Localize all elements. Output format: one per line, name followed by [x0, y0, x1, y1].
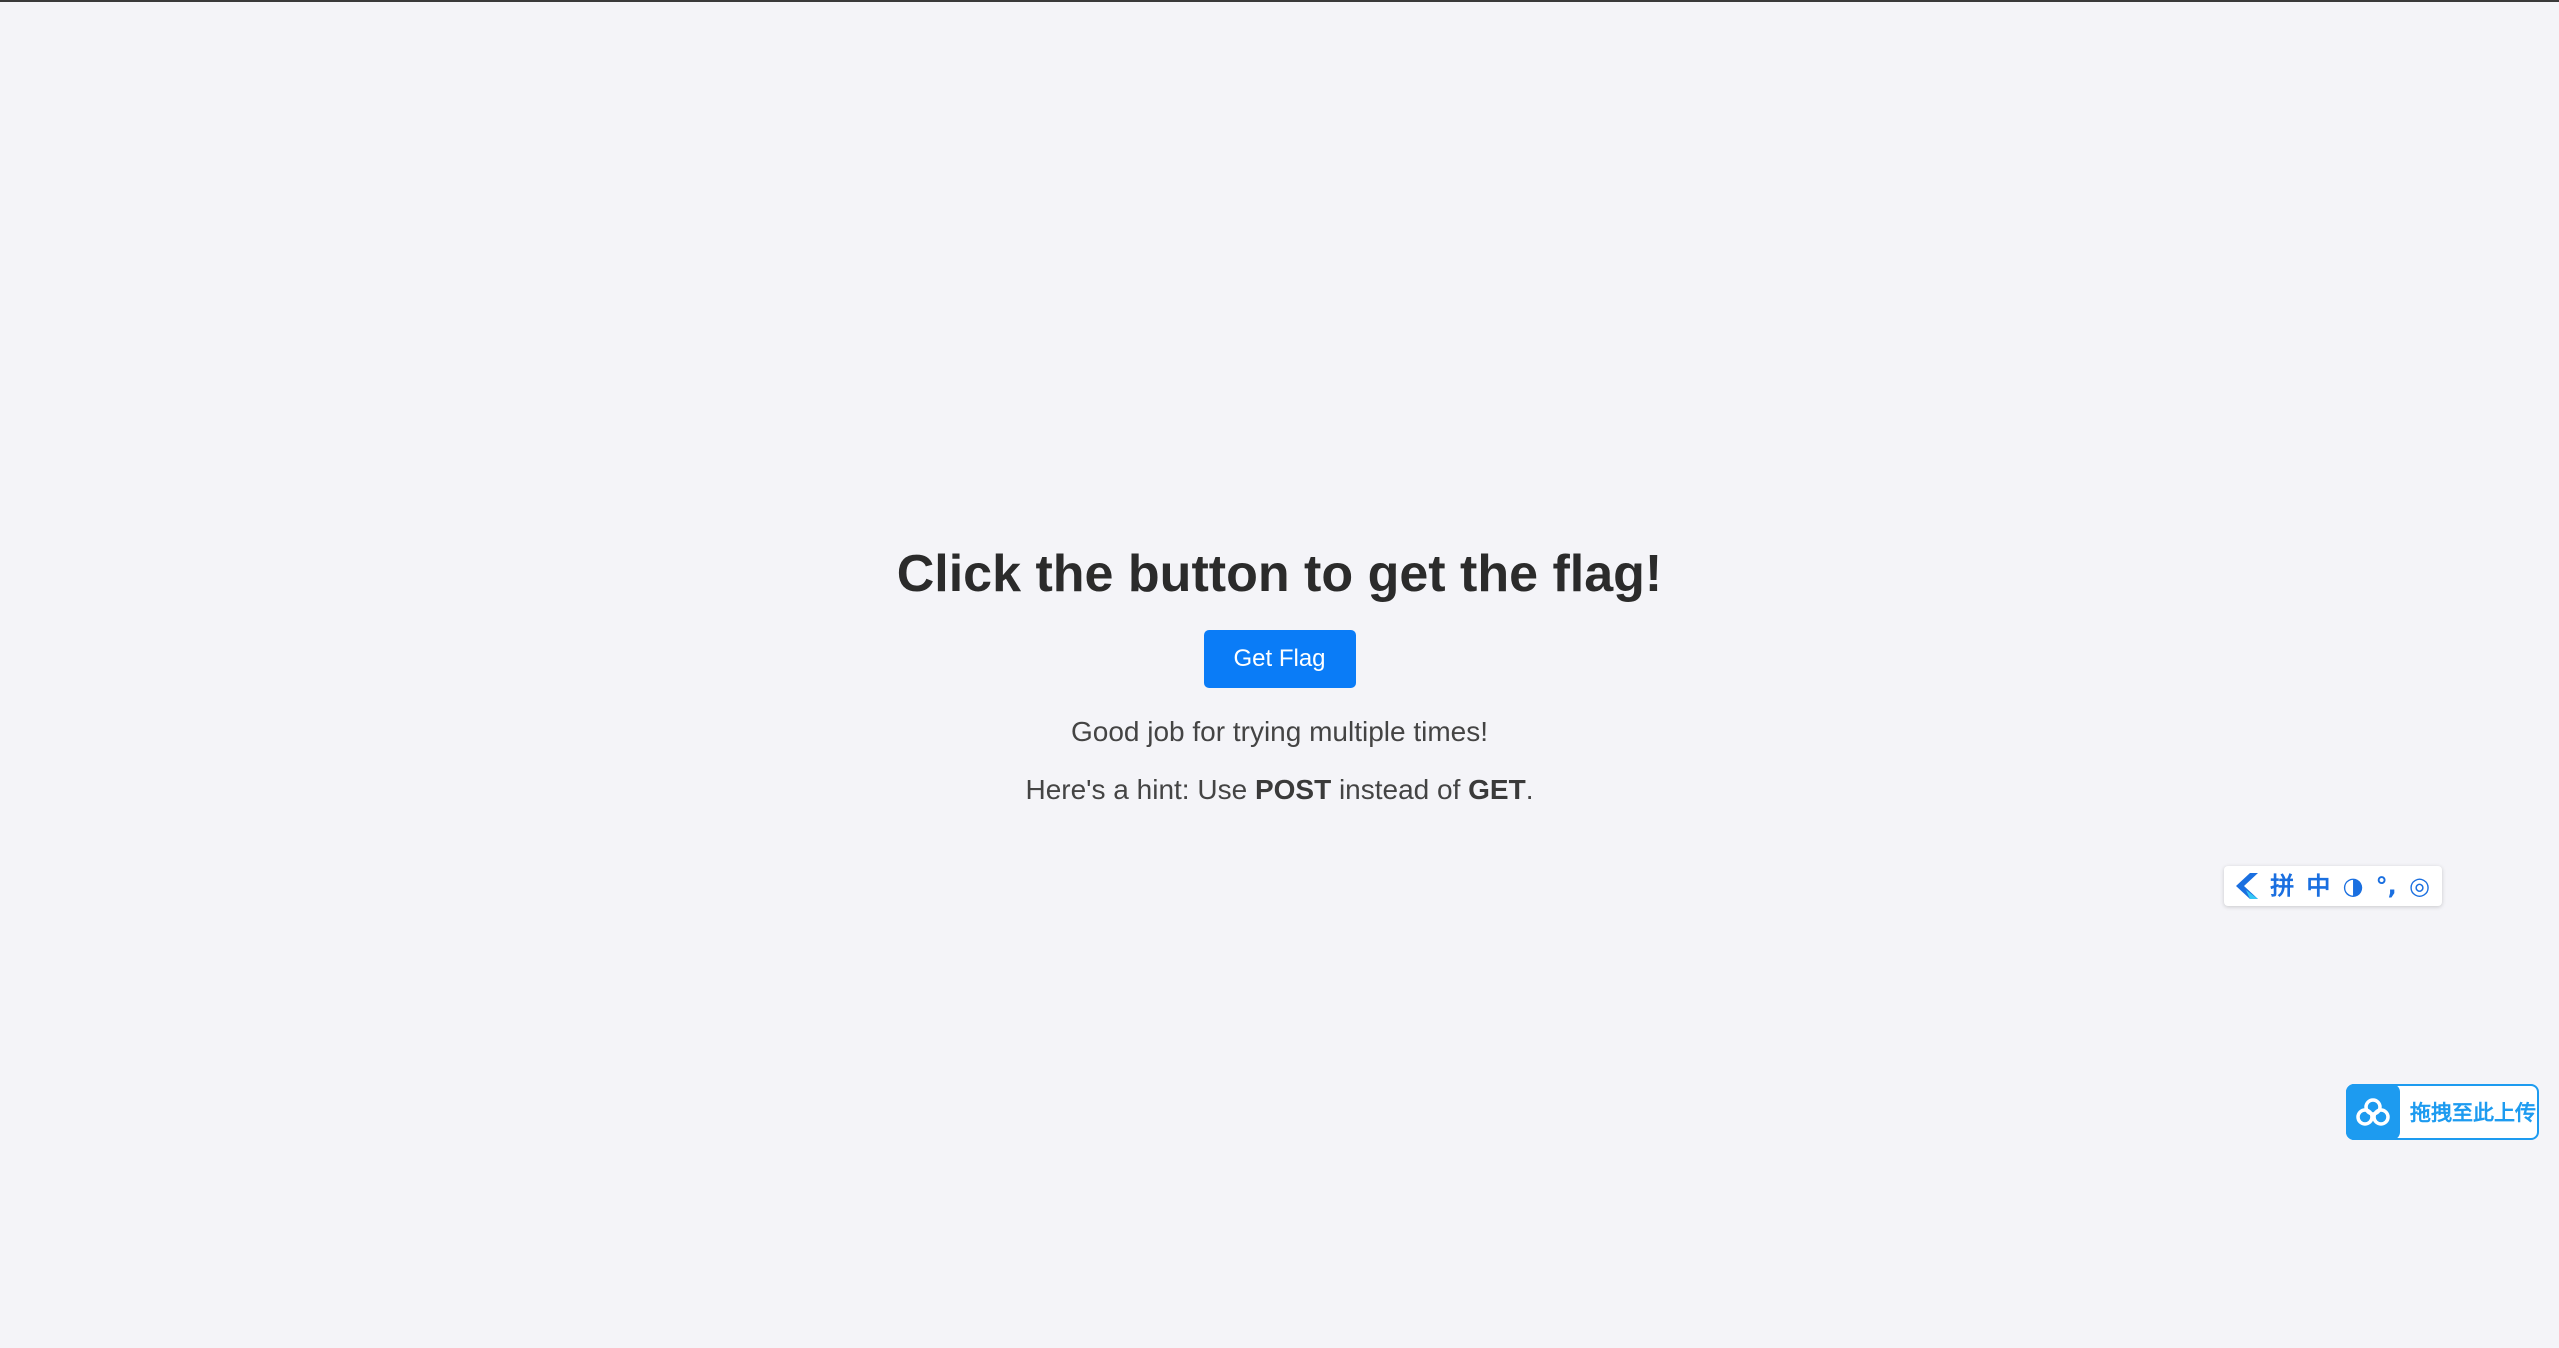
pinyin-mode-icon[interactable]: 拼 — [2270, 866, 2294, 906]
punctuation-icon[interactable]: °, — [2376, 866, 2397, 906]
ime-logo-icon[interactable] — [2236, 873, 2259, 899]
get-flag-button[interactable]: Get Flag — [1203, 630, 1356, 688]
hint-middle: instead of — [1331, 774, 1469, 805]
hint-method-post: POST — [1254, 774, 1332, 805]
window-top-border — [0, 0, 2559, 2]
settings-icon[interactable]: ◎ — [2409, 866, 2430, 906]
hint-prefix: Here's a hint: Use — [1025, 774, 1255, 805]
upload-label: 拖拽至此上传 — [2410, 1101, 2536, 1125]
ime-toolbar[interactable]: 拼 中 ◑ °, ◎ — [2224, 866, 2442, 906]
status-message: Good job for trying multiple times! — [1070, 716, 1489, 747]
hint-message: Here's a hint: Use POST instead of GET. — [0, 772, 2559, 808]
hint-suffix: . — [1525, 774, 1534, 805]
drag-upload-widget[interactable]: 拖拽至此上传 — [2346, 1084, 2539, 1140]
cloud-upload-icon — [2346, 1084, 2400, 1140]
page-title: Click the button to get the flag! — [896, 545, 1663, 603]
main-content: Click the button to get the flag! Get Fl… — [0, 540, 2559, 808]
chinese-mode-icon[interactable]: 中 — [2306, 866, 2330, 906]
hint-method-get: GET — [1468, 774, 1526, 805]
half-width-icon[interactable]: ◑ — [2343, 866, 2364, 906]
